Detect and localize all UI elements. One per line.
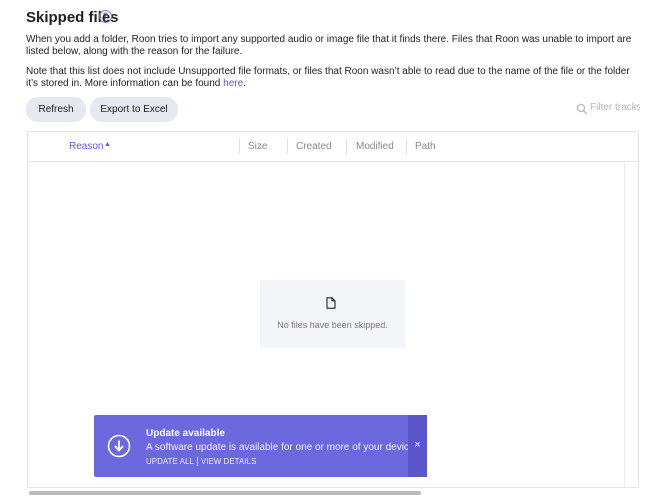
column-separator[interactable] <box>239 138 240 154</box>
table-header: Reason ▲ Size Created Modified Path <box>28 132 638 162</box>
column-header-modified[interactable]: Modified <box>356 141 394 152</box>
close-icon[interactable]: × <box>408 439 427 451</box>
horizontal-scrollbar-thumb[interactable] <box>29 491 421 495</box>
column-header-size[interactable]: Size <box>248 141 267 152</box>
action-divider <box>196 457 198 467</box>
notification-actions: UPDATE ALL VIEW DETAILS <box>146 457 256 467</box>
note-text-suffix: . <box>243 78 246 89</box>
column-separator[interactable] <box>346 138 347 154</box>
notification-title: Update available <box>146 428 225 439</box>
notification-close-button[interactable]: × <box>408 415 427 477</box>
column-header-reason[interactable]: Reason <box>69 141 103 152</box>
empty-state: No files have been skipped. <box>260 280 405 348</box>
file-icon <box>326 297 336 309</box>
view-details-link[interactable]: VIEW DETAILS <box>201 457 256 466</box>
filter-tracks-input[interactable] <box>590 102 640 113</box>
notification-message: A software update is available for one o… <box>146 442 423 453</box>
column-separator[interactable] <box>287 138 288 154</box>
update-all-link[interactable]: UPDATE ALL <box>146 457 194 466</box>
note-text-prefix: Note that this list does not include Uns… <box>26 66 630 89</box>
help-icon[interactable]: ? <box>99 10 112 23</box>
download-icon <box>107 434 131 458</box>
search-icon <box>576 103 588 115</box>
column-header-created[interactable]: Created <box>296 141 332 152</box>
sort-ascending-icon: ▲ <box>104 141 111 148</box>
description-text: When you add a folder, Roon tries to imp… <box>26 34 632 57</box>
column-separator[interactable] <box>406 138 407 154</box>
export-to-excel-button[interactable]: Export to Excel <box>90 97 178 122</box>
vertical-scrollbar[interactable] <box>624 162 625 487</box>
empty-state-message: No files have been skipped. <box>277 320 388 330</box>
note-text: Note that this list does not include Uns… <box>26 66 636 90</box>
refresh-button[interactable]: Refresh <box>26 97 86 122</box>
update-notification: Update available A software update is av… <box>94 415 427 477</box>
column-header-path[interactable]: Path <box>415 141 436 152</box>
more-info-link[interactable]: here <box>223 78 243 89</box>
